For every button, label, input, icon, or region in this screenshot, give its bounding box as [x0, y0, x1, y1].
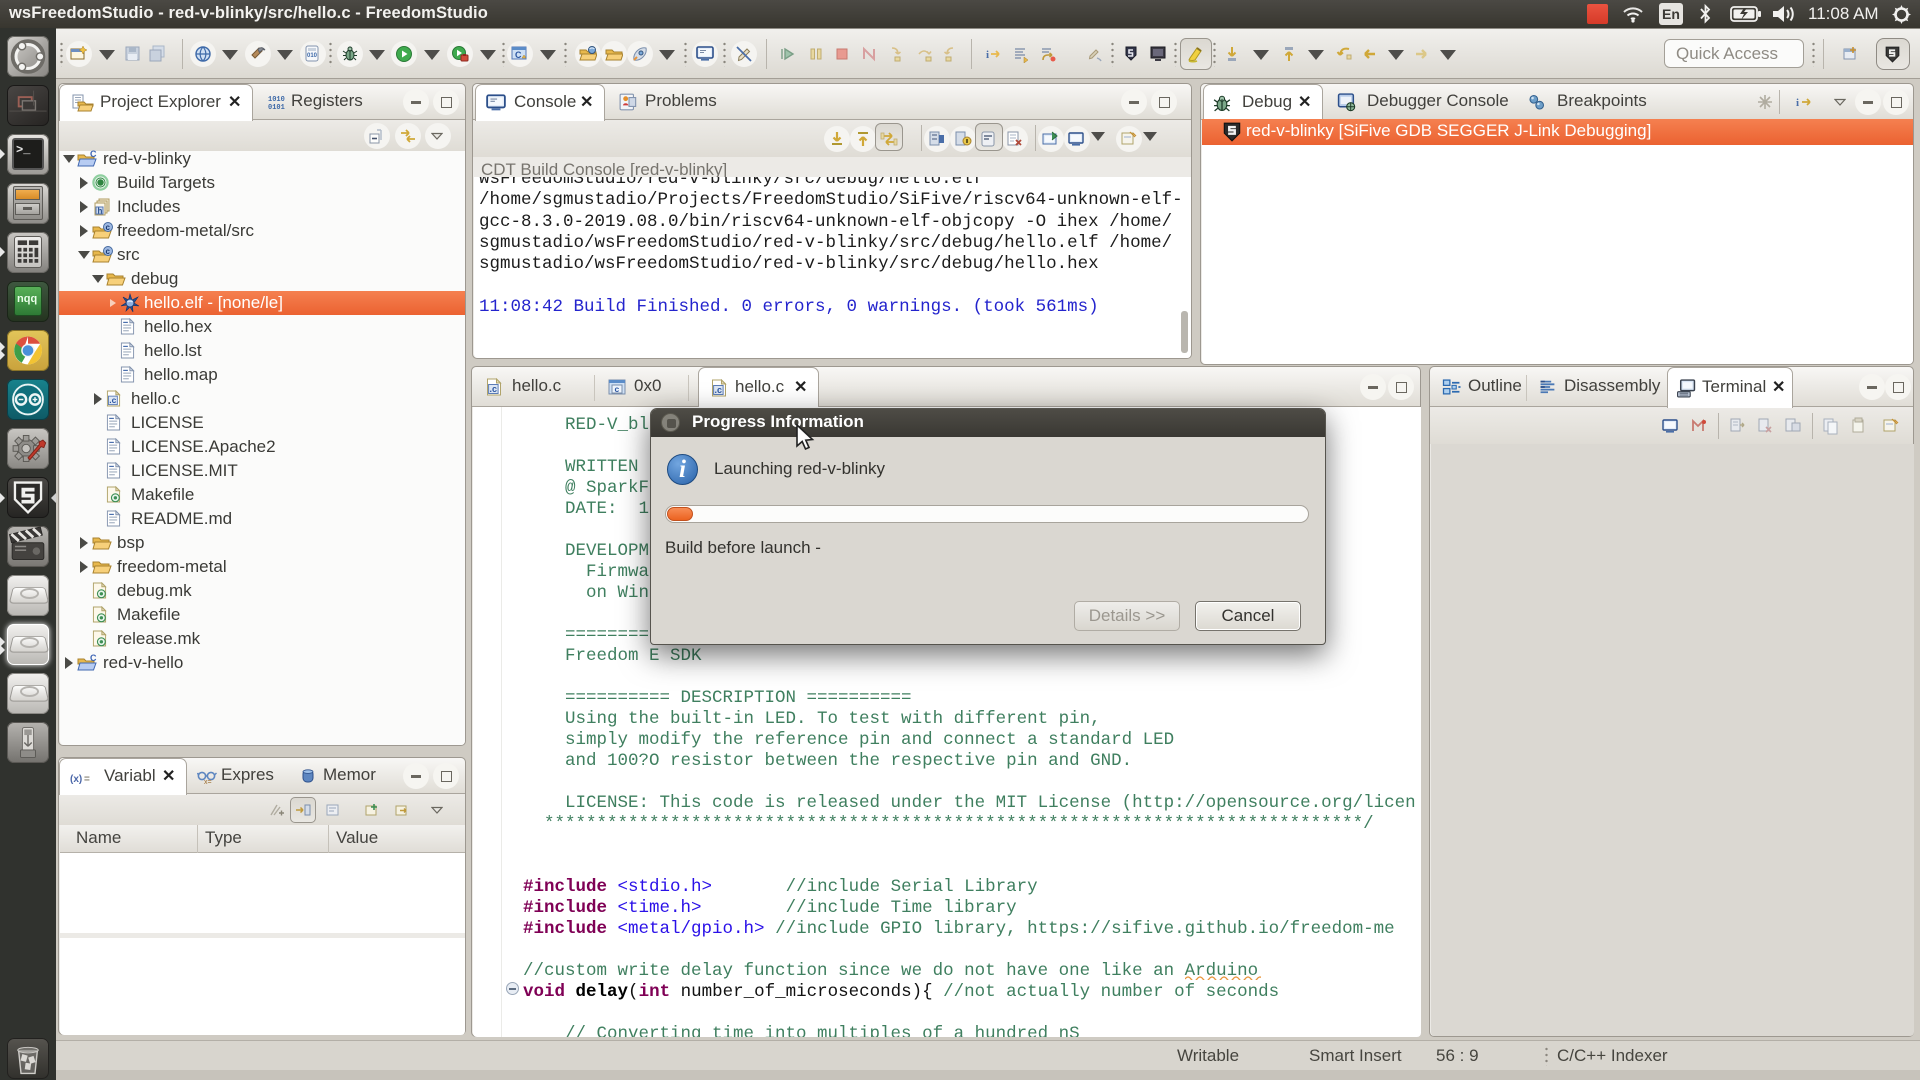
svg-text:C: C [515, 50, 522, 60]
svg-text:i: i [1796, 97, 1799, 109]
svg-text:i: i [986, 49, 989, 61]
svg-text:010: 010 [307, 53, 318, 59]
